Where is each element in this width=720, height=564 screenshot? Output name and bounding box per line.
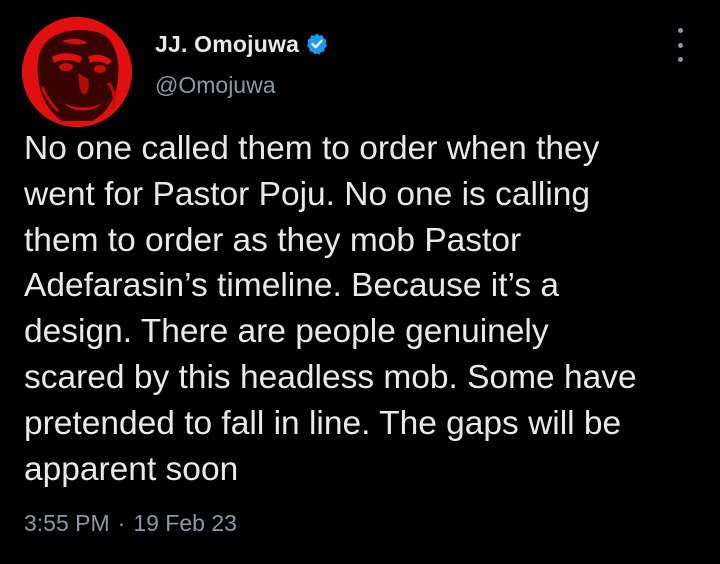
author-avatar[interactable]: [22, 17, 132, 127]
timestamp-separator: ·: [117, 510, 126, 536]
avatar-image: [22, 17, 132, 127]
tweet-card: JJ. Omojuwa @Omojuwa No one called them …: [0, 0, 720, 564]
tweet-timestamp[interactable]: 3:55 PM · 19 Feb 23: [24, 510, 237, 537]
verified-badge-icon: [305, 32, 329, 56]
more-dot: [677, 42, 683, 48]
author-name[interactable]: JJ. Omojuwa: [155, 31, 299, 58]
more-options-icon[interactable]: [668, 28, 692, 62]
more-dot: [677, 57, 683, 62]
tweet-date[interactable]: 19 Feb 23: [133, 510, 237, 537]
more-dot: [677, 28, 683, 33]
author-name-row: JJ. Omojuwa: [155, 30, 329, 58]
tweet-text: No one called them to order when they we…: [24, 130, 637, 488]
author-handle[interactable]: @Omojuwa: [155, 72, 276, 99]
tweet-time[interactable]: 3:55 PM: [24, 510, 110, 537]
